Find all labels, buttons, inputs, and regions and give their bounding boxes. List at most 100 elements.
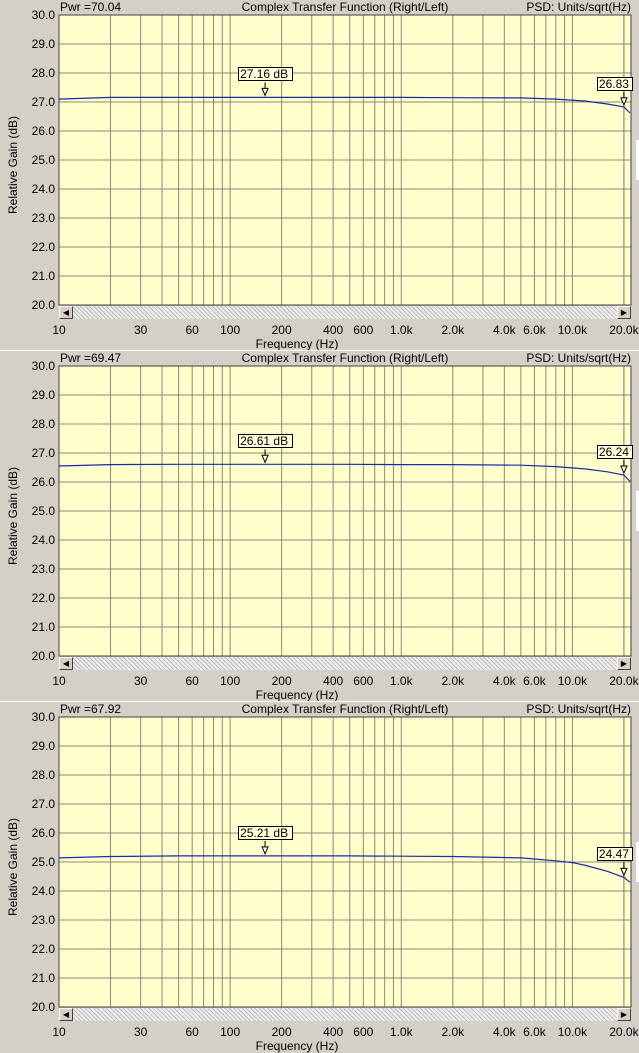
- x-tick-label: 1.0k: [390, 323, 414, 337]
- plot-area: 20.0 21.0 22.0 23.0 24.0 25.0 26.0 27.0 28.0 29.0…: [32, 8, 639, 337]
- scroll-left-icon[interactable]: ◀: [59, 1008, 73, 1021]
- chart-panel: Pwr =70.04 Complex Transfer Function (Rig…: [0, 0, 639, 351]
- marker-label: 26.61 dB: [238, 434, 294, 449]
- panel-divider: [0, 350, 639, 351]
- x-tick-label: 6.0k: [523, 323, 547, 337]
- y-tick-label: 27.0: [32, 797, 56, 811]
- y-tick-label: 26.0: [32, 826, 56, 840]
- x-tick-label: 60: [185, 323, 199, 337]
- x-tick-label: 2.0k: [441, 674, 465, 688]
- x-tick-label: 600: [353, 323, 373, 337]
- y-tick-label: 22.0: [32, 591, 56, 605]
- scroll-left-icon[interactable]: ◀: [59, 657, 73, 670]
- panel-divider: [0, 701, 639, 702]
- y-tick-label: 27.0: [32, 446, 56, 460]
- x-tick-label: 200: [272, 323, 292, 337]
- x-tick-label: 60: [185, 1025, 199, 1039]
- x-tick-label: 30: [134, 1025, 148, 1039]
- marker-label: 26.83 d: [596, 76, 633, 91]
- y-tick-label: 28.0: [32, 768, 56, 782]
- x-tick-label: 10: [52, 674, 66, 688]
- x-axis-label: Frequency (Hz): [255, 337, 339, 351]
- y-tick-label: 23.0: [32, 211, 56, 225]
- y-tick-label: 25.0: [32, 153, 56, 167]
- scroll-right-icon[interactable]: ▶: [617, 657, 631, 670]
- plot-area: 20.0 21.0 22.0 23.0 24.0 25.0 26.0 27.0 28.0 29.0…: [32, 710, 639, 1039]
- horizontal-scrollbar[interactable]: ◀ ▶: [59, 1007, 631, 1021]
- y-tick-label: 26.0: [32, 124, 56, 138]
- y-tick-label: 26.0: [32, 475, 56, 489]
- y-tick-label: 20.0: [32, 298, 56, 312]
- y-tick-label: 29.0: [32, 388, 56, 402]
- scroll-right-icon[interactable]: ▶: [617, 1008, 631, 1021]
- x-tick-label: 20.0k: [609, 1025, 639, 1039]
- marker-label: 27.16 dB: [238, 67, 294, 82]
- y-tick-label: 30.0: [32, 8, 56, 22]
- x-axis-label: Frequency (Hz): [255, 1039, 339, 1053]
- y-tick-label: 24.0: [32, 884, 56, 898]
- y-tick-label: 23.0: [32, 913, 56, 927]
- x-tick-label: 1.0k: [390, 1025, 414, 1039]
- x-tick-label: 100: [220, 323, 240, 337]
- y-tick-label: 30.0: [32, 710, 56, 724]
- y-tick-label: 20.0: [32, 1000, 56, 1014]
- x-tick-label: 200: [272, 674, 292, 688]
- x-tick-label: 400: [323, 1025, 343, 1039]
- scroll-left-icon[interactable]: ◀: [59, 306, 73, 319]
- y-tick-label: 25.0: [32, 504, 56, 518]
- x-tick-label: 200: [272, 1025, 292, 1039]
- y-tick-label: 21.0: [32, 971, 56, 985]
- y-tick-label: 29.0: [32, 37, 56, 51]
- x-tick-label: 600: [353, 674, 373, 688]
- y-tick-label: 25.0: [32, 855, 56, 869]
- x-tick-label: 100: [220, 674, 240, 688]
- y-tick-label: 21.0: [32, 620, 56, 634]
- x-tick-label: 400: [323, 674, 343, 688]
- y-axis-label: Relative Gain (dB): [6, 817, 20, 917]
- y-tick-label: 22.0: [32, 942, 56, 956]
- x-tick-label: 30: [134, 323, 148, 337]
- x-tick-label: 600: [353, 1025, 373, 1039]
- chart-panel: Pwr =69.47 Complex Transfer Function (Rig…: [0, 351, 639, 702]
- y-axis-label: Relative Gain (dB): [6, 466, 20, 566]
- y-tick-label: 24.0: [32, 182, 56, 196]
- y-tick-label: 27.0: [32, 95, 56, 109]
- y-tick-label: 28.0: [32, 417, 56, 431]
- marker-label: 26.24 d: [596, 445, 633, 460]
- y-axis-label: Relative Gain (dB): [6, 115, 20, 215]
- chart-panel: Pwr =67.92 Complex Transfer Function (Rig…: [0, 702, 639, 1053]
- x-tick-label: 20.0k: [609, 674, 639, 688]
- marker-label: 25.21 dB: [238, 825, 294, 840]
- y-tick-label: 30.0: [32, 359, 56, 373]
- x-tick-label: 4.0k: [493, 1025, 517, 1039]
- x-tick-label: 10: [52, 1025, 66, 1039]
- x-tick-label: 10.0k: [558, 1025, 588, 1039]
- y-tick-label: 20.0: [32, 649, 56, 663]
- x-tick-label: 1.0k: [390, 674, 414, 688]
- y-tick-label: 29.0: [32, 739, 56, 753]
- scroll-right-icon[interactable]: ▶: [617, 306, 631, 319]
- x-tick-label: 20.0k: [609, 323, 639, 337]
- x-tick-label: 4.0k: [493, 323, 517, 337]
- marker-label: 24.47 d: [596, 847, 633, 862]
- x-tick-label: 6.0k: [523, 1025, 547, 1039]
- x-tick-label: 10.0k: [558, 323, 588, 337]
- x-tick-label: 2.0k: [441, 323, 465, 337]
- x-tick-label: 100: [220, 1025, 240, 1039]
- x-tick-label: 10: [52, 323, 66, 337]
- x-tick-label: 400: [323, 323, 343, 337]
- x-tick-label: 4.0k: [493, 674, 517, 688]
- plot-area: 20.0 21.0 22.0 23.0 24.0 25.0 26.0 27.0 28.0 29.0…: [32, 359, 639, 688]
- x-tick-label: 6.0k: [523, 674, 547, 688]
- y-tick-label: 28.0: [32, 66, 56, 80]
- horizontal-scrollbar[interactable]: ◀ ▶: [59, 656, 631, 670]
- x-axis-label: Frequency (Hz): [255, 688, 339, 702]
- x-tick-label: 2.0k: [441, 1025, 465, 1039]
- y-tick-label: 23.0: [32, 562, 56, 576]
- y-tick-label: 24.0: [32, 533, 56, 547]
- horizontal-scrollbar[interactable]: ◀ ▶: [59, 305, 631, 319]
- x-tick-label: 30: [134, 674, 148, 688]
- x-tick-label: 60: [185, 674, 199, 688]
- y-tick-label: 22.0: [32, 240, 56, 254]
- y-tick-label: 21.0: [32, 269, 56, 283]
